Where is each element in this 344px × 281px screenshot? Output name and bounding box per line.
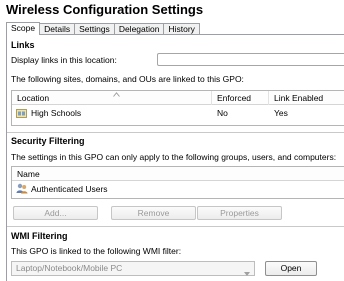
column-header-link-enabled[interactable]: Link Enabled xyxy=(274,91,323,105)
organizational-unit-icon xyxy=(16,108,27,120)
column-divider xyxy=(268,91,269,105)
table-row[interactable]: High Schools No Yes xyxy=(12,106,344,120)
link-enforced-value: No xyxy=(217,108,228,118)
security-principal-name: Authenticated Users xyxy=(31,184,108,194)
table-row[interactable]: Authenticated Users xyxy=(12,182,344,196)
column-header-location[interactable]: Location xyxy=(17,91,49,105)
display-links-label: Display links in this location: xyxy=(11,55,117,65)
add-button[interactable]: Add... xyxy=(13,206,98,220)
scope-panel: Links Display links in this location: Th… xyxy=(6,34,344,281)
linked-gpo-text: The following sites, domains, and OUs ar… xyxy=(11,74,244,84)
tab-scope[interactable]: Scope xyxy=(6,22,41,35)
wmi-filter-value: Laptop/Notebook/Mobile PC xyxy=(16,263,123,273)
security-filtering-heading: Security Filtering xyxy=(11,136,85,146)
column-header-enforced[interactable]: Enforced xyxy=(217,91,251,105)
chevron-down-icon xyxy=(244,267,250,280)
properties-button[interactable]: Properties xyxy=(197,206,282,220)
security-filtering-table: Name Authenticated Users xyxy=(11,166,344,199)
security-table-header: Name xyxy=(12,167,344,181)
users-group-icon xyxy=(16,183,28,196)
section-divider xyxy=(7,226,344,227)
link-enabled-value: Yes xyxy=(274,108,288,118)
display-links-location-field[interactable] xyxy=(157,53,344,66)
column-header-name[interactable]: Name xyxy=(17,167,40,181)
links-table-header: Location Enforced Link Enabled xyxy=(12,91,344,105)
links-heading: Links xyxy=(11,40,35,50)
open-button[interactable]: Open xyxy=(265,261,317,276)
wmi-filter-select[interactable]: Laptop/Notebook/Mobile PC xyxy=(11,261,255,276)
sort-ascending-icon xyxy=(113,89,120,99)
window-title: Wireless Configuration Settings xyxy=(6,2,204,17)
gpo-scope-window: Wireless Configuration Settings Scope De… xyxy=(0,0,344,281)
wmi-filtering-description: This GPO is linked to the following WMI … xyxy=(11,246,182,256)
section-divider xyxy=(7,132,344,133)
link-location-value: High Schools xyxy=(31,108,82,118)
column-divider xyxy=(211,91,212,105)
remove-button[interactable]: Remove xyxy=(111,206,196,220)
links-table: Location Enforced Link Enabled High Scho… xyxy=(11,90,344,126)
security-filtering-description: The settings in this GPO can only apply … xyxy=(11,152,337,162)
wmi-filtering-heading: WMI Filtering xyxy=(11,231,68,241)
